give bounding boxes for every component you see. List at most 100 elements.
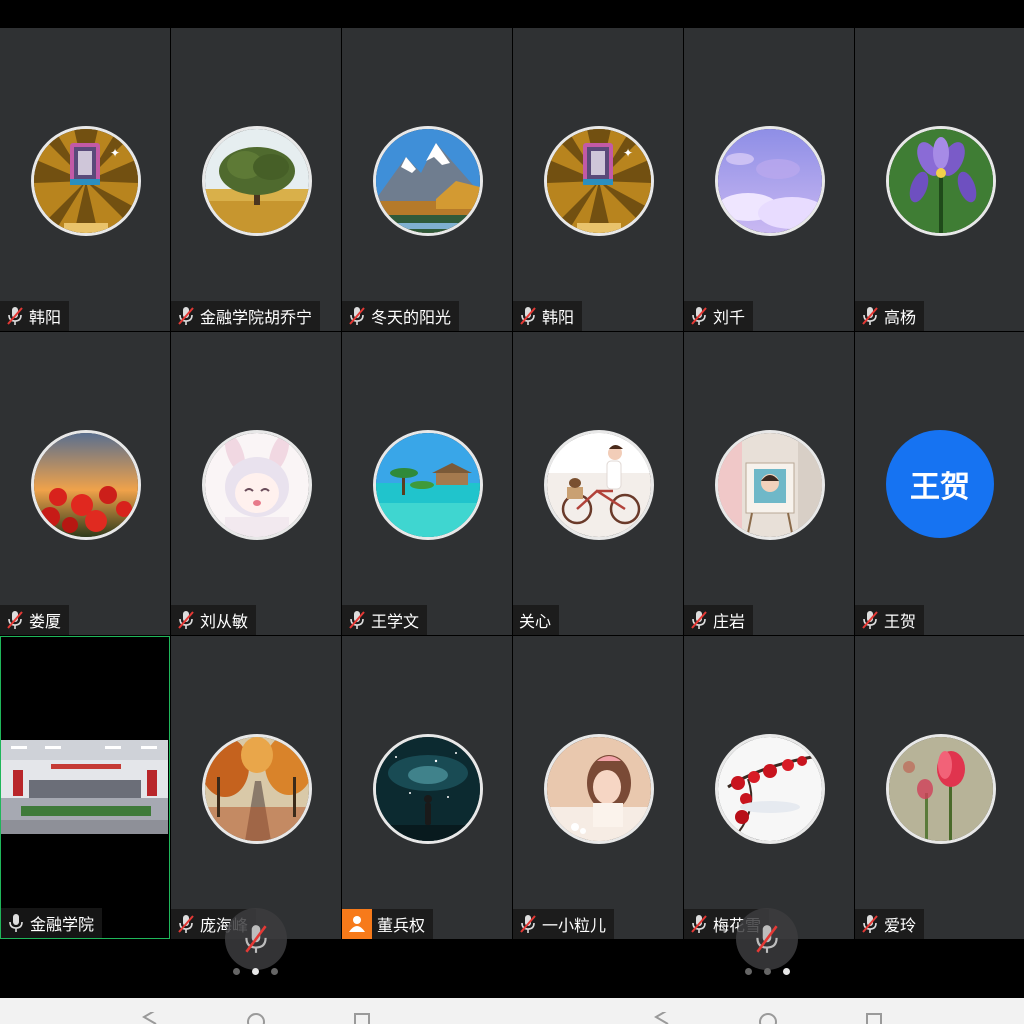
name-tag: 高杨 [855,301,925,331]
card-avatar: ✦ [544,126,654,236]
page-indicator[interactable] [233,968,278,975]
text-avatar: 王贺 [886,430,994,538]
name-tag: 金融学院 [1,908,103,938]
participant-tile[interactable]: 爱玲 [855,636,1024,939]
participant-tile[interactable]: 董兵权 [342,636,512,939]
participant-name: 冬天的阳光 [371,308,452,327]
participant-tile[interactable]: 庞海峰 [171,636,341,939]
iris-avatar [886,126,996,236]
participant-name: 韩阳 [29,308,62,327]
participant-name: 金融学院 [30,915,95,934]
name-tag: 一小粒儿 [513,909,615,939]
participant-tile[interactable]: 娄厦 [0,332,170,635]
tree-avatar [202,126,312,236]
participant-tile[interactable]: ✦ 韩阳 [0,28,170,331]
participant-tile[interactable]: 王贺 王贺 [855,332,1024,635]
home-icon[interactable] [758,1012,778,1024]
participant-tile[interactable]: 刘千 [684,28,854,331]
page-indicator[interactable] [745,968,790,975]
bicycle-avatar [544,430,654,540]
participant-grid: ✦ 韩阳 金融学院胡乔宁 冬天的阳光 ✦ 韩阳 刘千 高杨 娄厦 刘从敏 王学文… [0,28,1024,940]
tulip-avatar [886,734,996,844]
back-icon[interactable] [140,1012,160,1024]
status-bar [0,0,1024,28]
participant-tile[interactable]: 梅花雪 [684,636,854,939]
name-tag: 王贺 [855,605,925,635]
participant-tile[interactable]: 高杨 [855,28,1024,331]
name-tag: 韩阳 [0,301,70,331]
name-tag: 韩阳 [513,301,583,331]
mic-on-icon [9,914,23,932]
recents-icon[interactable] [864,1012,884,1024]
participant-tile[interactable]: 关心 [513,332,683,635]
name-tag: 刘从敏 [171,605,257,635]
name-tag: 爱玲 [855,909,925,939]
active-speaker-tile[interactable]: 金融学院 [0,636,170,939]
participant-name: 刘从敏 [200,612,249,631]
name-tag: 庄岩 [684,605,754,635]
svg-text:✦: ✦ [110,146,120,160]
mic-muted-icon [691,307,707,325]
mountain-avatar [373,126,483,236]
participant-tile[interactable]: 刘从敏 [171,332,341,635]
page-dot[interactable] [233,968,240,975]
name-tag: 关心 [513,605,560,635]
galaxy-avatar [373,734,483,844]
home-icon[interactable] [246,1012,266,1024]
video-feed [1,740,168,834]
participant-name: 高杨 [884,308,917,327]
name-tag: 刘千 [684,301,754,331]
participant-tile[interactable]: 金融学院胡乔宁 [171,28,341,331]
participant-name: 金融学院胡乔宁 [200,308,313,327]
participant-tile[interactable]: 冬天的阳光 [342,28,512,331]
participant-name: 王学文 [371,612,420,631]
name-tag: 金融学院胡乔宁 [171,301,321,331]
mic-muted-icon [7,611,23,629]
participant-name: 韩阳 [542,308,575,327]
mute-button[interactable] [736,908,798,970]
autumn-avatar [202,734,312,844]
name-tag: 娄厦 [0,605,70,635]
participant-name: 爱玲 [884,916,917,935]
participant-tile[interactable]: 一小粒儿 [513,636,683,939]
mic-muted-icon [349,307,365,325]
svg-text:✦: ✦ [623,146,633,160]
plum-avatar [715,734,825,844]
participant-name: 娄厦 [29,612,62,631]
mic-muted-icon [862,611,878,629]
name-tag: 冬天的阳光 [342,301,460,331]
card-avatar: ✦ [31,126,141,236]
mic-muted-icon [520,307,536,325]
control-bar [0,940,1024,998]
page-dot-active[interactable] [252,968,259,975]
back-icon[interactable] [652,1012,672,1024]
mic-muted-icon [7,307,23,325]
beach-avatar [373,430,483,540]
participant-tile[interactable]: ✦ 韩阳 [513,28,683,331]
mic-muted-icon [178,915,194,933]
participant-name: 一小粒儿 [542,916,607,935]
mute-button[interactable] [225,908,287,970]
participant-name: 庄岩 [713,612,746,631]
system-nav-bar [0,998,1024,1024]
mic-muted-icon [349,611,365,629]
participant-name: 董兵权 [377,916,426,935]
participant-name: 关心 [519,612,552,631]
mic-muted-icon [756,925,778,953]
page-dot-active[interactable] [783,968,790,975]
mic-muted-icon [178,611,194,629]
girl-avatar [544,734,654,844]
mic-muted-icon [862,307,878,325]
participant-tile[interactable]: 王学文 [342,332,512,635]
name-tag: 王学文 [342,605,428,635]
participant-tile[interactable]: 庄岩 [684,332,854,635]
mic-muted-icon [178,307,194,325]
recents-icon[interactable] [352,1012,372,1024]
page-dot[interactable] [764,968,771,975]
page-dot[interactable] [745,968,752,975]
mic-muted-icon [691,915,707,933]
page-dot[interactable] [271,968,278,975]
purple-sky-avatar [715,126,825,236]
poppy-avatar [31,430,141,540]
mic-muted-icon [520,915,536,933]
